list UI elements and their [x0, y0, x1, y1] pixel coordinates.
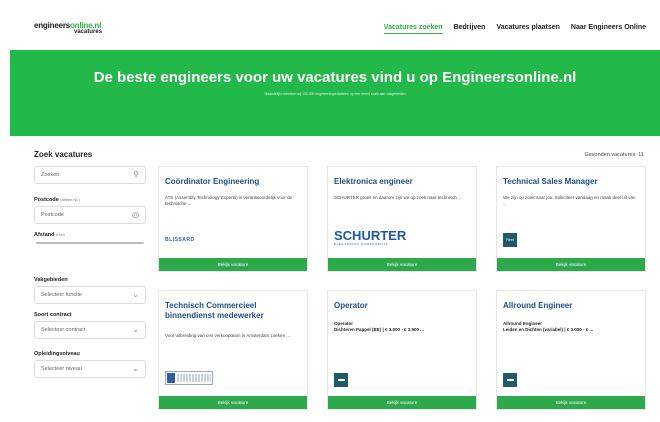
nav-vacatures-plaatsen[interactable]: Vacatures plaatsen	[496, 24, 559, 34]
job-description: SCHURTER groeit en daarom zijn we op zoe…	[334, 195, 462, 200]
view-vacancy-button[interactable]: Bekijk vacature	[159, 396, 307, 409]
view-vacancy-button[interactable]: Bekijk vacature	[497, 396, 645, 409]
job-title[interactable]: Technisch Commercieel binnendienst medew…	[165, 301, 301, 321]
job-description-text: Dichteren Pappel (BE) | € 3.000 - € 3.50…	[334, 327, 425, 332]
hero-title: De beste engineers voor uw vacatures vin…	[93, 69, 577, 86]
company-logo: SCHURTER ELECTRONIC COMPONENTS	[334, 229, 406, 246]
view-vacancy-button[interactable]: Bekijk vacature	[328, 258, 476, 271]
company-logo	[165, 371, 213, 385]
company-logo-text: Fleet	[506, 238, 514, 242]
distance-label: Afstand 0 km	[34, 232, 65, 238]
chevron-down-icon: ⌄	[132, 325, 139, 334]
job-description-title: Allround Engineer	[503, 321, 543, 326]
results-count: Gevonden vacatures: 11	[584, 152, 644, 158]
education-select-value: Selecteer niveau	[41, 366, 82, 372]
search-input[interactable]: Zoeken ⚲	[34, 166, 146, 184]
job-card[interactable]: Technisch Commercieel binnendienst medew…	[158, 290, 308, 410]
job-title[interactable]: Technical Sales Manager	[503, 177, 639, 187]
nav-vacatures-zoeken[interactable]: Vacatures zoeken	[383, 24, 443, 34]
company-logo: Fleet	[503, 233, 517, 247]
view-vacancy-button[interactable]: Bekijk vacature	[159, 258, 307, 271]
job-description: Operator Dichteren Pappel (BE) | € 3.000…	[334, 321, 470, 333]
job-description-title: Operator	[334, 321, 354, 326]
hero-banner: De beste engineers voor uw vacatures vin…	[10, 50, 660, 136]
search-sidebar: Zoek vacatures Zoeken ⚲ Postcode (alleen…	[34, 150, 146, 378]
nav-naar-engineers-online[interactable]: Naar Engineers Online	[571, 24, 646, 34]
logo-text: engineers	[34, 21, 70, 30]
chevron-down-icon: ⌄	[132, 364, 139, 373]
view-vacancy-button[interactable]: Bekijk vacature	[497, 258, 645, 271]
job-card[interactable]: Coördinator Engineering ATE (Assembly Te…	[158, 166, 308, 272]
job-title[interactable]: Coördinator Engineering	[165, 177, 301, 187]
job-card[interactable]: Elektronica engineer SCHURTER groeit en …	[327, 166, 477, 272]
field-select-value: Selecteer functie	[41, 292, 82, 298]
contract-label: Soort contract	[34, 312, 72, 318]
search-icon: ⚲	[133, 170, 139, 179]
postcode-label: Postcode (alleen NL)	[34, 197, 80, 203]
field-label: Vakgebieden	[34, 277, 68, 283]
postcode-input[interactable]: Postcode ◎	[34, 206, 146, 224]
distance-hint: 0 km	[56, 232, 65, 237]
chevron-down-icon: ⌄	[132, 290, 139, 299]
job-card[interactable]: Operator Operator Dichteren Pappel (BE) …	[327, 290, 477, 410]
job-description: Voor uitbreiding van ons verkoopteam in …	[165, 333, 291, 338]
site-logo[interactable]: engineersonline.nl vacatures	[34, 22, 102, 36]
nav-bedrijven[interactable]: Bedrijven	[454, 24, 486, 34]
main-nav: Vacatures zoeken Bedrijven Vacatures pla…	[383, 24, 646, 34]
job-description: We zijn op zoek naar jou. Solliciteer va…	[503, 195, 636, 206]
field-select[interactable]: Selecteer functie ⌄	[34, 286, 146, 304]
postcode-hint: (alleen NL)	[60, 197, 80, 202]
distance-slider[interactable]	[36, 242, 144, 244]
contract-select[interactable]: Selecteer contract ⌄	[34, 321, 146, 339]
education-label: Opleidingsniveau	[34, 351, 80, 357]
job-title[interactable]: Elektronica engineer	[334, 177, 470, 187]
job-description: Allround Engineer Leiden en Dichten (var…	[503, 321, 639, 333]
top-navigation-bar: engineersonline.nl vacatures Vacatures z…	[0, 0, 660, 50]
sidebar-title: Zoek vacatures	[34, 150, 93, 159]
contract-select-value: Selecteer contract	[41, 327, 86, 333]
location-pin-icon: ◎	[132, 210, 139, 219]
search-placeholder: Zoeken	[41, 172, 60, 178]
job-card[interactable]: Allround Engineer Allround Engineer Leid…	[496, 290, 646, 410]
logo-subtext: vacatures	[74, 29, 103, 35]
postcode-placeholder: Postcode	[41, 212, 64, 218]
education-select[interactable]: Selecteer niveau ⌄	[34, 360, 146, 378]
job-description-text: Leiden en Dichten (variabel) | € 3.000 -…	[503, 327, 594, 332]
company-logo: BLISSARD	[165, 237, 195, 243]
view-vacancy-button[interactable]: Bekijk vacature	[328, 396, 476, 409]
job-title[interactable]: Allround Engineer	[503, 301, 639, 311]
job-title[interactable]: Operator	[334, 301, 470, 311]
job-card[interactable]: Technical Sales Manager We zijn op zoek …	[496, 166, 646, 272]
company-logo	[334, 373, 348, 387]
company-logo	[503, 373, 517, 387]
company-logo-text: SCHURTER	[334, 228, 407, 243]
hero-subtitle: Maandelijks bereiken wij 100.000 enginee…	[264, 92, 406, 96]
job-description: ATE (Assembly Technology Experts) is ver…	[165, 195, 293, 206]
